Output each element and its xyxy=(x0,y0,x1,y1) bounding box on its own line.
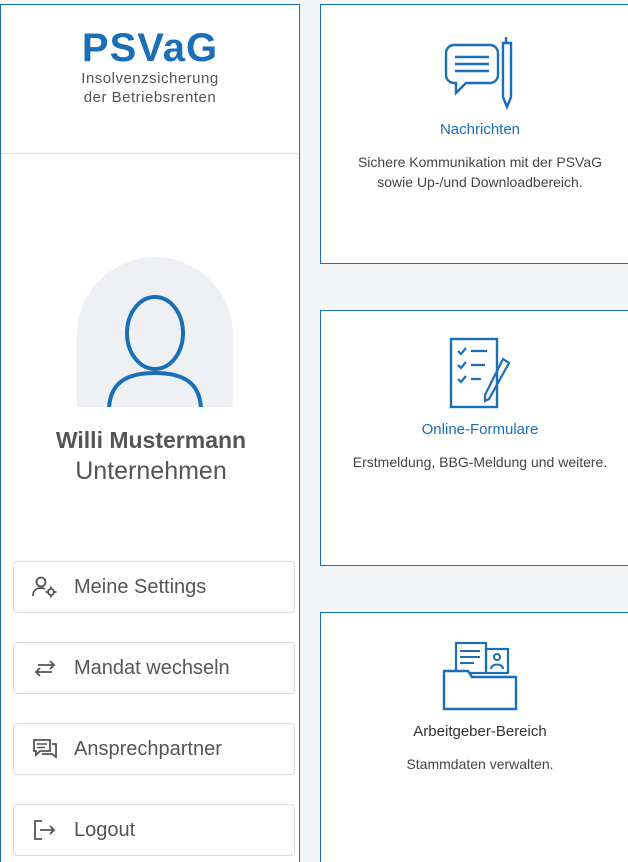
settings-button[interactable]: Meine Settings xyxy=(13,561,295,613)
page: PSVaG Insolvenzsicherung der Betriebsren… xyxy=(0,0,628,862)
card-online-forms-description: Erstmeldung, BBG-Meldung und weitere. xyxy=(352,454,608,470)
switch-mandate-button-label: Mandat wechseln xyxy=(74,656,230,679)
logo[interactable]: PSVaG Insolvenzsicherung der Betriebsren… xyxy=(1,5,299,154)
avatar xyxy=(77,257,233,407)
swap-arrows-icon xyxy=(32,657,58,679)
user-role: Unternehmen xyxy=(75,457,227,485)
card-employer-area[interactable]: Arbeitgeber-Bereich Stammdaten verwalten… xyxy=(320,612,628,862)
card-online-forms-title: Online-Formulare xyxy=(421,421,539,438)
logo-subtitle-line2: der Betriebsrenten xyxy=(83,89,217,106)
checklist-form-icon xyxy=(449,337,511,409)
logout-icon xyxy=(32,819,58,841)
chat-bubbles-icon xyxy=(32,738,58,760)
logout-button[interactable]: Logout xyxy=(13,804,295,856)
card-online-forms[interactable]: Online-Formulare Erstmeldung, BBG-Meldun… xyxy=(320,310,628,566)
contact-person-button-label: Ansprechpartner xyxy=(74,737,222,760)
logo-title: PSVaG xyxy=(81,26,219,70)
user-settings-icon xyxy=(32,576,58,598)
logo-subtitle-line1: Insolvenzsicherung xyxy=(81,70,219,87)
user-name: Willi Mustermann xyxy=(55,427,247,453)
message-pencil-icon xyxy=(444,37,513,111)
contact-person-button[interactable]: Ansprechpartner xyxy=(13,723,295,775)
folder-documents-icon xyxy=(442,641,518,711)
card-messages[interactable]: Nachrichten Sichere Kommunikation mit de… xyxy=(320,4,628,264)
card-messages-description: Sichere Kommunikation mit der PSVaG sowi… xyxy=(357,154,603,190)
user-avatar-icon xyxy=(107,295,203,407)
card-employer-area-title: Arbeitgeber-Bereich xyxy=(413,723,547,740)
sidebar: PSVaG Insolvenzsicherung der Betriebsren… xyxy=(0,4,300,862)
card-employer-area-description: Stammdaten verwalten. xyxy=(406,756,554,772)
settings-button-label: Meine Settings xyxy=(74,575,207,598)
switch-mandate-button[interactable]: Mandat wechseln xyxy=(13,642,295,694)
card-messages-title: Nachrichten xyxy=(439,121,521,138)
logout-button-label: Logout xyxy=(74,818,136,841)
